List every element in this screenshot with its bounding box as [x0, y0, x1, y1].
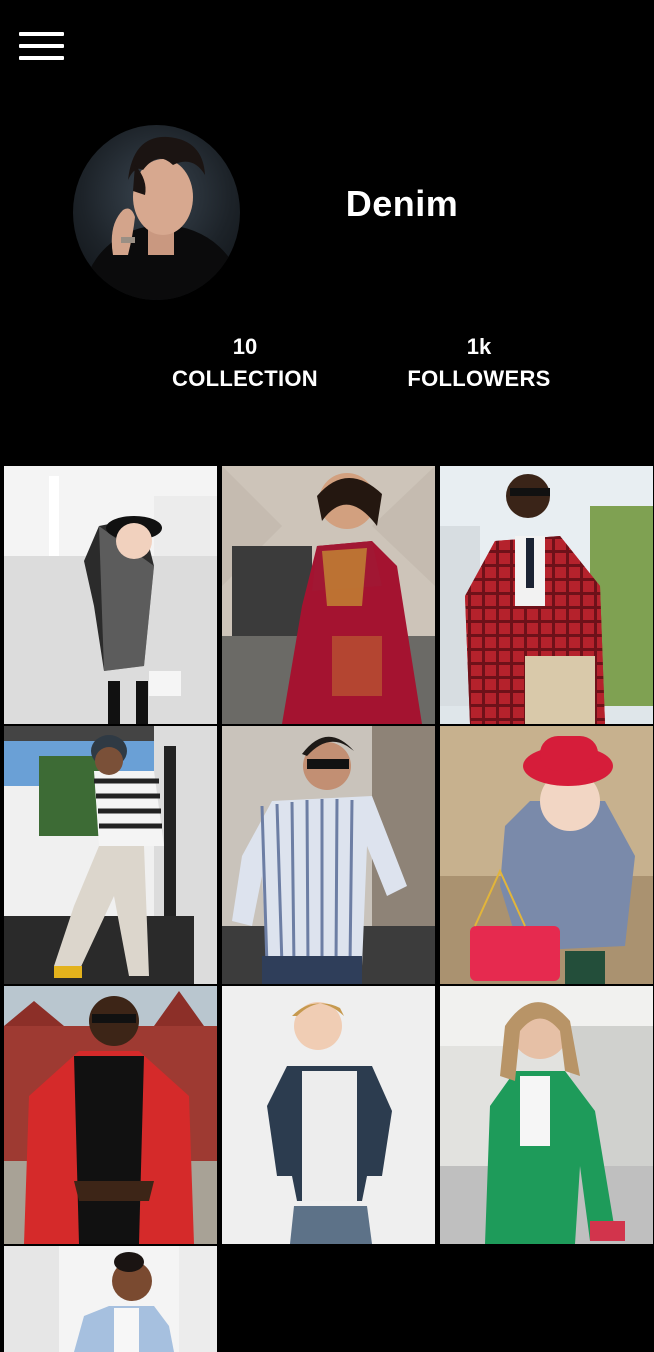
- photo-girl-houndstooth: [4, 466, 217, 724]
- photo-woman-red-lehenga: [222, 466, 435, 724]
- gallery-item[interactable]: [440, 466, 653, 724]
- menu-bar-bottom: [19, 56, 64, 60]
- photo-woman-green-coat: [440, 986, 653, 1244]
- followers-count: 1k: [466, 334, 492, 359]
- photo-toddler-red-hat: [440, 726, 653, 984]
- gallery-item[interactable]: [222, 726, 435, 984]
- collection-label: COLLECTION: [172, 366, 318, 391]
- photo-boy-denim-jacket: [222, 986, 435, 1244]
- gallery-item[interactable]: [222, 466, 435, 724]
- photo-man-striped-sweater: [4, 726, 217, 984]
- collection-stat[interactable]: 10 COLLECTION: [150, 332, 340, 396]
- profile-name: Denim: [345, 183, 459, 224]
- avatar-image: [83, 136, 240, 300]
- gallery-item[interactable]: [4, 986, 217, 1244]
- gallery-item[interactable]: [4, 1246, 217, 1352]
- profile-avatar[interactable]: [73, 125, 240, 300]
- gallery-item[interactable]: [4, 726, 217, 984]
- photo-man-red-tuxedo: [4, 986, 217, 1244]
- photo-woman-light-blue-blazer: [4, 1246, 217, 1352]
- photo-man-striped-shirt: [222, 726, 435, 984]
- gallery-item[interactable]: [222, 986, 435, 1244]
- menu-bar-top: [19, 32, 64, 36]
- followers-stat[interactable]: 1k FOLLOWERS: [384, 332, 574, 396]
- followers-label: FOLLOWERS: [407, 366, 551, 391]
- gallery-item[interactable]: [440, 986, 653, 1244]
- photo-man-red-plaid: [440, 466, 653, 724]
- menu-bar-middle: [19, 44, 64, 48]
- gallery-item[interactable]: [440, 726, 653, 984]
- collection-count: 10: [232, 334, 258, 359]
- gallery-item[interactable]: [4, 466, 217, 724]
- hamburger-menu-icon[interactable]: [16, 28, 66, 64]
